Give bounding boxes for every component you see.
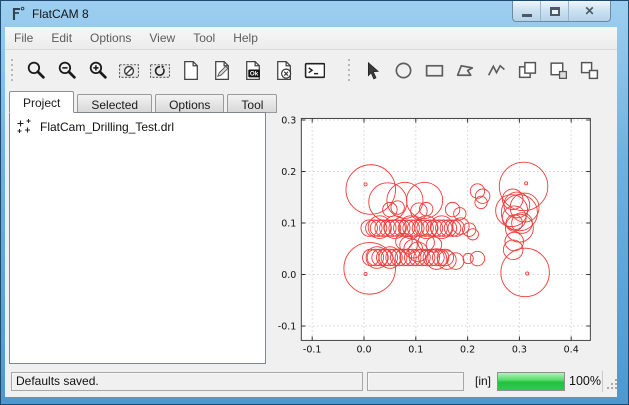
file-new-icon [180, 60, 201, 81]
rectangle-icon [424, 60, 445, 81]
tab-options[interactable]: Options [155, 94, 224, 113]
menu-view[interactable]: View [140, 27, 184, 49]
copy-icon [517, 60, 538, 81]
minimize-icon [522, 14, 532, 17]
zoom-out-button[interactable] [54, 58, 79, 83]
replot-button[interactable] [147, 58, 172, 83]
progress-fill [498, 373, 564, 390]
terminal-icon [304, 60, 325, 81]
maximize-button[interactable] [541, 1, 569, 21]
xtick-label: 0.0 [356, 344, 371, 355]
cancel-edit-button[interactable] [271, 58, 296, 83]
shell-button[interactable] [302, 58, 327, 83]
tree-item-label: FlatCam_Drilling_Test.drl [40, 120, 174, 134]
plot-canvas[interactable]: -0.1 0.0 0.1 0.2 0.3 0.4 -0.1 0.0 0.1 0.2 0.3 [267, 112, 617, 364]
file-cancel-icon [273, 60, 294, 81]
xtick-label: -0.1 [303, 344, 322, 355]
file-ok-icon: Ok [242, 60, 263, 81]
close-icon: ✕ [584, 5, 594, 17]
file-edit-icon [211, 60, 232, 81]
progress-percent-label: 100% [569, 372, 601, 391]
menu-file[interactable]: File [5, 27, 42, 49]
progress-bar [497, 372, 565, 391]
statusbar: Defaults saved. [in] 100% [5, 369, 617, 397]
svg-text:Ok: Ok [250, 71, 259, 78]
new-file-button[interactable] [178, 58, 203, 83]
ytick-label: 0.2 [281, 167, 296, 178]
select-button[interactable] [360, 58, 385, 83]
close-button[interactable]: ✕ [569, 1, 610, 21]
app-window: FlatCAM 8 ✕ FileEditOptionsViewToolHelp … [0, 0, 629, 405]
copy-alt-icon [579, 60, 600, 81]
path-icon [486, 60, 507, 81]
zoom-fit-button[interactable] [23, 58, 48, 83]
project-tree-panel[interactable]: FlatCam_Drilling_Test.drl [9, 112, 266, 364]
clear-plot-button[interactable] [116, 58, 141, 83]
toolbar-drag-handle[interactable] [11, 59, 16, 83]
duplicate-objects-button[interactable] [577, 58, 602, 83]
window-controls: ✕ [512, 1, 611, 22]
toolbar-drag-handle[interactable] [348, 59, 353, 83]
window-content: FileEditOptionsViewToolHelp Ok ProjectSe… [5, 27, 617, 397]
status-separator [602, 371, 603, 392]
units-label: [in] [469, 372, 497, 391]
xtick-label: 0.2 [460, 344, 475, 355]
ytick-label: -0.1 [278, 322, 297, 333]
draw-circle-button[interactable] [391, 58, 416, 83]
xtick-label: 0.1 [408, 344, 423, 355]
plot-area[interactable]: -0.1 0.0 0.1 0.2 0.3 0.4 -0.1 0.0 0.1 0.2 0.3 [267, 112, 617, 364]
zoom-in-button[interactable] [85, 58, 110, 83]
tree-item-drill-object[interactable]: FlatCam_Drilling_Test.drl [10, 113, 265, 135]
ytick-label: 0.1 [281, 219, 296, 230]
copy-objects-button[interactable] [515, 58, 540, 83]
toolbar: Ok [5, 50, 617, 91]
maximize-icon [550, 7, 560, 16]
window-title: FlatCAM 8 [32, 7, 89, 21]
tab-project[interactable]: Project [9, 91, 74, 113]
move-objects-button[interactable] [546, 58, 571, 83]
xtick-label: 0.4 [564, 344, 579, 355]
drill-icon [16, 118, 33, 135]
status-message-panel: Defaults saved. [11, 372, 363, 391]
edit-file-button[interactable] [209, 58, 234, 83]
tab-selected[interactable]: Selected [77, 94, 152, 113]
notebook-tabs: ProjectSelectedOptionsTool [9, 91, 280, 113]
move-icon [548, 60, 569, 81]
magnifier-minus-icon [56, 60, 77, 81]
draw-rectangle-button[interactable] [422, 58, 447, 83]
menubar: FileEditOptionsViewToolHelp [5, 27, 617, 50]
app-icon [10, 6, 26, 22]
ytick-label: 0.0 [281, 270, 296, 281]
pointer-icon [362, 60, 383, 81]
accept-edit-button[interactable]: Ok [240, 58, 265, 83]
draw-path-button[interactable] [484, 58, 509, 83]
grid-refresh-icon [149, 60, 170, 81]
tab-tool[interactable]: Tool [227, 94, 277, 113]
titlebar[interactable]: FlatCAM 8 ✕ [1, 1, 628, 27]
menu-tool[interactable]: Tool [184, 27, 224, 49]
ytick-label: 0.3 [281, 116, 296, 127]
magnifier-plus-icon [87, 60, 108, 81]
polygon-icon [455, 60, 476, 81]
menu-options[interactable]: Options [81, 27, 140, 49]
draw-polygon-button[interactable] [453, 58, 478, 83]
minimize-button[interactable] [513, 1, 541, 21]
xtick-label: 0.3 [512, 344, 527, 355]
menu-help[interactable]: Help [224, 27, 267, 49]
axes-background [301, 118, 590, 340]
circle-icon [393, 60, 414, 81]
grid-slash-icon [118, 60, 139, 81]
magnifier-icon [25, 60, 46, 81]
resize-grip[interactable] [606, 378, 618, 390]
status-aux-panel [367, 372, 464, 391]
menu-edit[interactable]: Edit [42, 27, 81, 49]
